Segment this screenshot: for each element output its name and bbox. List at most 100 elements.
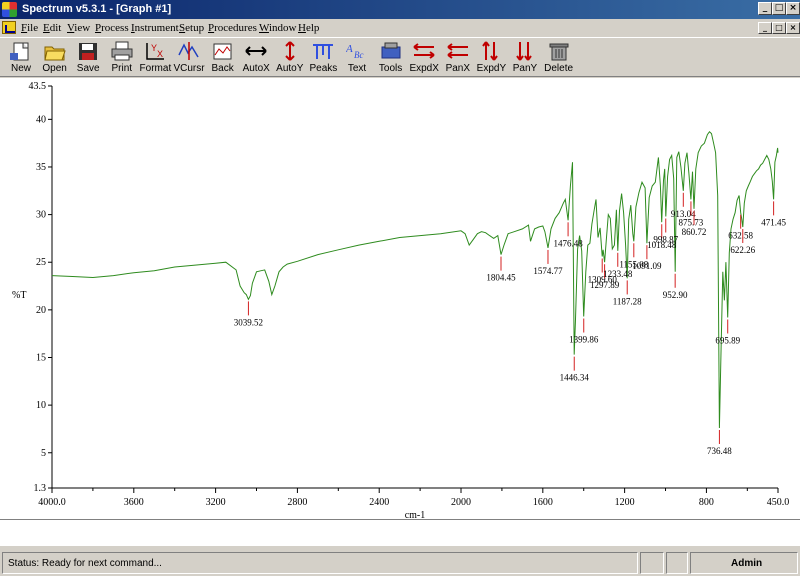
spectrum-graph-pane[interactable]: 43.5 40 35 30 25 20 15 10 5 1.3 4000.0 3600 3200 2800…	[0, 78, 800, 519]
menu-view[interactable]: View	[67, 22, 90, 34]
y-tick-label: 20	[36, 305, 46, 316]
y-tick-label: 25	[36, 257, 46, 268]
peak-label: 1297.89	[590, 280, 620, 290]
mdi-restore-button[interactable]: □	[772, 22, 786, 34]
mdi-close-button[interactable]: ×	[786, 22, 800, 34]
format-axes-icon: YX	[146, 43, 165, 60]
menu-label-suffix: iew	[74, 22, 91, 34]
expand-x-icon	[413, 43, 435, 59]
command-line-input[interactable]	[0, 519, 800, 547]
spectrum-app-window: Spectrum v5.3.1 - [Graph #1] _ □ × File E…	[0, 0, 800, 576]
x-axis-label: cm-1	[405, 510, 426, 519]
mdi-minimize-button[interactable]: _	[758, 22, 772, 34]
maximize-button[interactable]: □	[772, 2, 786, 15]
spectrum-app-icon[interactable]	[2, 2, 17, 17]
menu-label-suffix: etup	[185, 22, 205, 34]
x-tick-label: 2800	[287, 497, 307, 508]
printer-icon	[111, 41, 133, 61]
toolbar-button-delete[interactable]: Delete	[542, 40, 576, 76]
peak-label: 1574.77	[533, 266, 563, 276]
menu-label-suffix: indow	[268, 22, 297, 34]
document-icon[interactable]	[2, 21, 16, 34]
peak-label: 471.45	[761, 217, 786, 227]
peak-label: 622.26	[730, 245, 755, 255]
background-icon	[213, 43, 232, 60]
peak-label: 1187.28	[613, 296, 642, 306]
pan-x-icon	[447, 43, 468, 59]
spectrum-line	[51, 130, 779, 429]
menu-instrument[interactable]: Instrument	[131, 22, 179, 34]
ir-spectrum-chart[interactable]: 43.5 40 35 30 25 20 15 10 5 1.3 4000.0 3600 3200 2800…	[0, 78, 800, 519]
peak-label: 1091.09	[632, 261, 662, 271]
menu-label-suffix: ile	[27, 22, 39, 34]
auto-x-icon	[245, 46, 267, 56]
menu-label-suffix: nstrument	[134, 22, 179, 34]
minimize-button[interactable]: _	[758, 2, 772, 15]
peak-label: 1476.48	[553, 238, 583, 248]
toolbar: New Open Save Print Y X Format VCursr Back AutoX A…	[0, 37, 800, 77]
svg-text:A: A	[346, 43, 353, 55]
menu-file[interactable]: File	[21, 22, 38, 34]
window-title: Spectrum v5.3.1 - [Graph #1]	[22, 3, 172, 15]
menu-label-suffix: elp	[305, 22, 320, 34]
status-panel-blank-2	[666, 552, 688, 574]
y-tick-label: 30	[36, 210, 46, 221]
menu-edit[interactable]: Edit	[43, 22, 61, 34]
y-tick-label: 1.3	[34, 483, 47, 494]
menu-setup[interactable]: Setup	[179, 22, 204, 34]
save-disk-icon	[79, 43, 98, 60]
x-tick-label: 1600	[533, 497, 553, 508]
y-tick-label: 10	[36, 400, 46, 411]
auto-y-icon	[285, 41, 295, 61]
menu-label-suffix: rocedures	[214, 22, 257, 34]
peak-label: 998.87	[653, 235, 678, 245]
peak-label: 3039.52	[234, 317, 263, 327]
menu-label-suffix: dit	[49, 22, 62, 34]
x-tick-label: 4000.0	[38, 497, 66, 508]
vertical-cursor-icon	[178, 42, 199, 60]
peak-label: 875.73	[679, 217, 704, 227]
svg-text:Bc: Bc	[354, 50, 364, 60]
x-tick-label: 2000	[451, 497, 471, 508]
toolbar-button-label: Delete	[544, 63, 574, 74]
menu-help[interactable]: Help	[298, 22, 319, 34]
peak-label: 1804.45	[486, 273, 516, 283]
menu-label-suffix: rocess	[101, 22, 129, 34]
svg-text:X: X	[157, 49, 163, 59]
menu-procedures[interactable]: Procedures	[208, 22, 257, 34]
status-bar: Status: Ready for next command... Admin	[0, 549, 800, 576]
status-text: Status: Ready for next command...	[8, 558, 162, 569]
delete-trash-icon	[549, 43, 569, 61]
open-folder-icon	[43, 46, 66, 61]
peaks-icon	[313, 44, 334, 59]
peak-label: 1399.86	[569, 335, 599, 345]
y-axis-label: %T	[12, 290, 26, 301]
close-button[interactable]: ×	[786, 2, 800, 15]
peak-label: 1233.48	[603, 269, 633, 279]
x-tick-label: 3200	[206, 497, 226, 508]
y-tick-label: 5	[41, 448, 46, 459]
status-user: Admin	[731, 558, 763, 569]
peak-label: 632.58	[728, 231, 753, 241]
menu-window[interactable]: Window	[259, 22, 296, 34]
title-bar[interactable]: Spectrum v5.3.1 - [Graph #1] _ □ ×	[0, 0, 800, 19]
text-icon: A Bc	[346, 43, 364, 60]
peak-label: 736.48	[707, 446, 732, 456]
x-tick-label: 800	[699, 497, 714, 508]
new-document-icon	[10, 42, 29, 61]
menu-process[interactable]: Process	[95, 22, 129, 34]
x-tick-label: 450.0	[767, 497, 790, 508]
x-tick-label: 1200	[615, 497, 635, 508]
menu-accelerator: H	[298, 22, 306, 34]
expand-y-icon	[482, 41, 499, 61]
y-tick-label: 15	[36, 352, 46, 363]
menu-bar: File Edit View Process Instrument Setup Proced…	[0, 19, 800, 37]
peak-label: 860.72	[682, 227, 707, 237]
menu-accelerator: W	[259, 22, 269, 34]
tools-icon	[381, 42, 401, 59]
y-tick-label: 35	[36, 162, 46, 173]
peak-label: 695.89	[715, 335, 740, 345]
status-panel-blank-1	[640, 552, 664, 574]
status-message-panel: Status: Ready for next command...	[2, 552, 638, 574]
peak-label: 952.90	[663, 290, 688, 300]
